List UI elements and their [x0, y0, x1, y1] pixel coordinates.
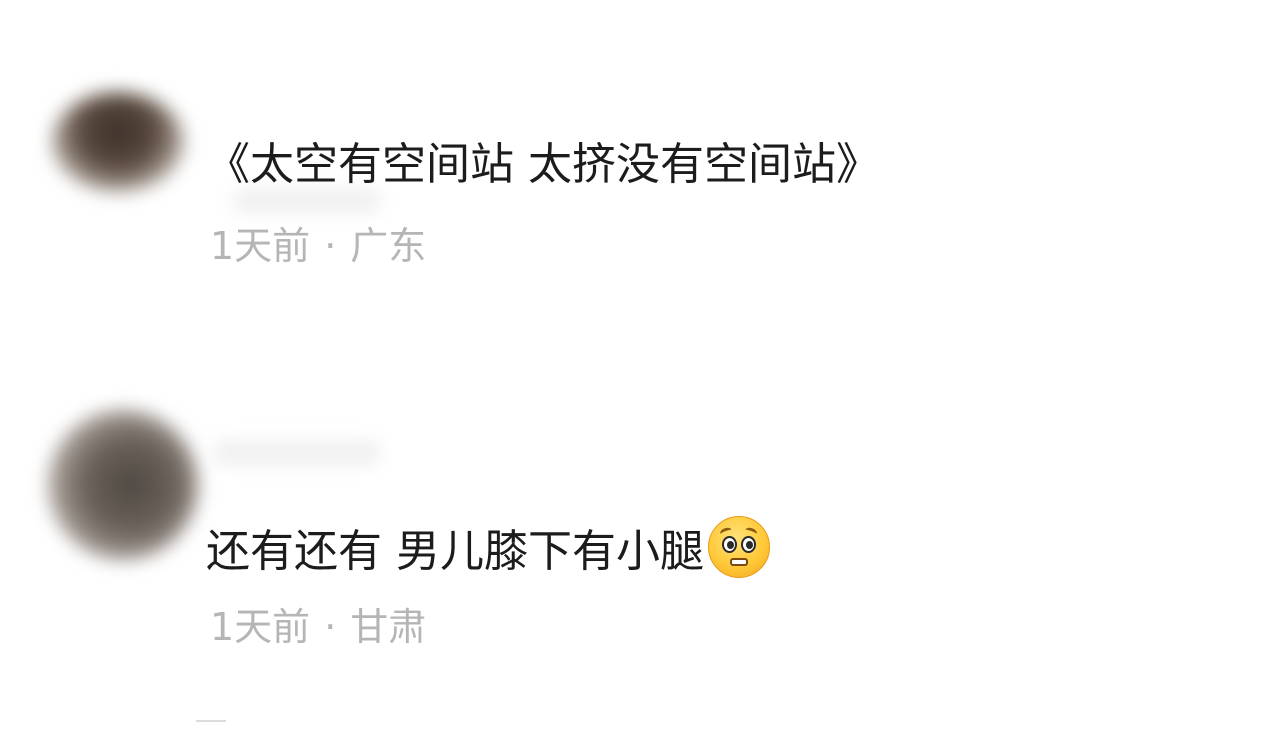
- meta-separator: ·: [324, 605, 337, 649]
- comment-time: 1天前: [210, 605, 311, 649]
- comment-location: 广东: [350, 224, 427, 268]
- comment-location: 甘肃: [350, 605, 427, 649]
- username-blurred[interactable]: [212, 440, 382, 466]
- avatar[interactable]: [52, 92, 184, 192]
- divider: [196, 720, 226, 722]
- comment-body: 《太空有空间站 太挤没有空间站》: [206, 139, 880, 190]
- comment-text: 还有还有 男儿膝下有小腿: [206, 516, 770, 580]
- comment-meta: 1天前 · 广东: [210, 222, 426, 270]
- comment-time: 1天前: [210, 224, 311, 268]
- comment-text: 《太空有空间站 太挤没有空间站》: [206, 137, 880, 193]
- comment-meta: 1天前 · 甘肃: [210, 603, 426, 651]
- comment-body: 还有还有 男儿膝下有小腿: [206, 526, 704, 577]
- pleading-face-icon: [708, 516, 770, 578]
- avatar[interactable]: [48, 410, 198, 560]
- meta-separator: ·: [324, 224, 337, 268]
